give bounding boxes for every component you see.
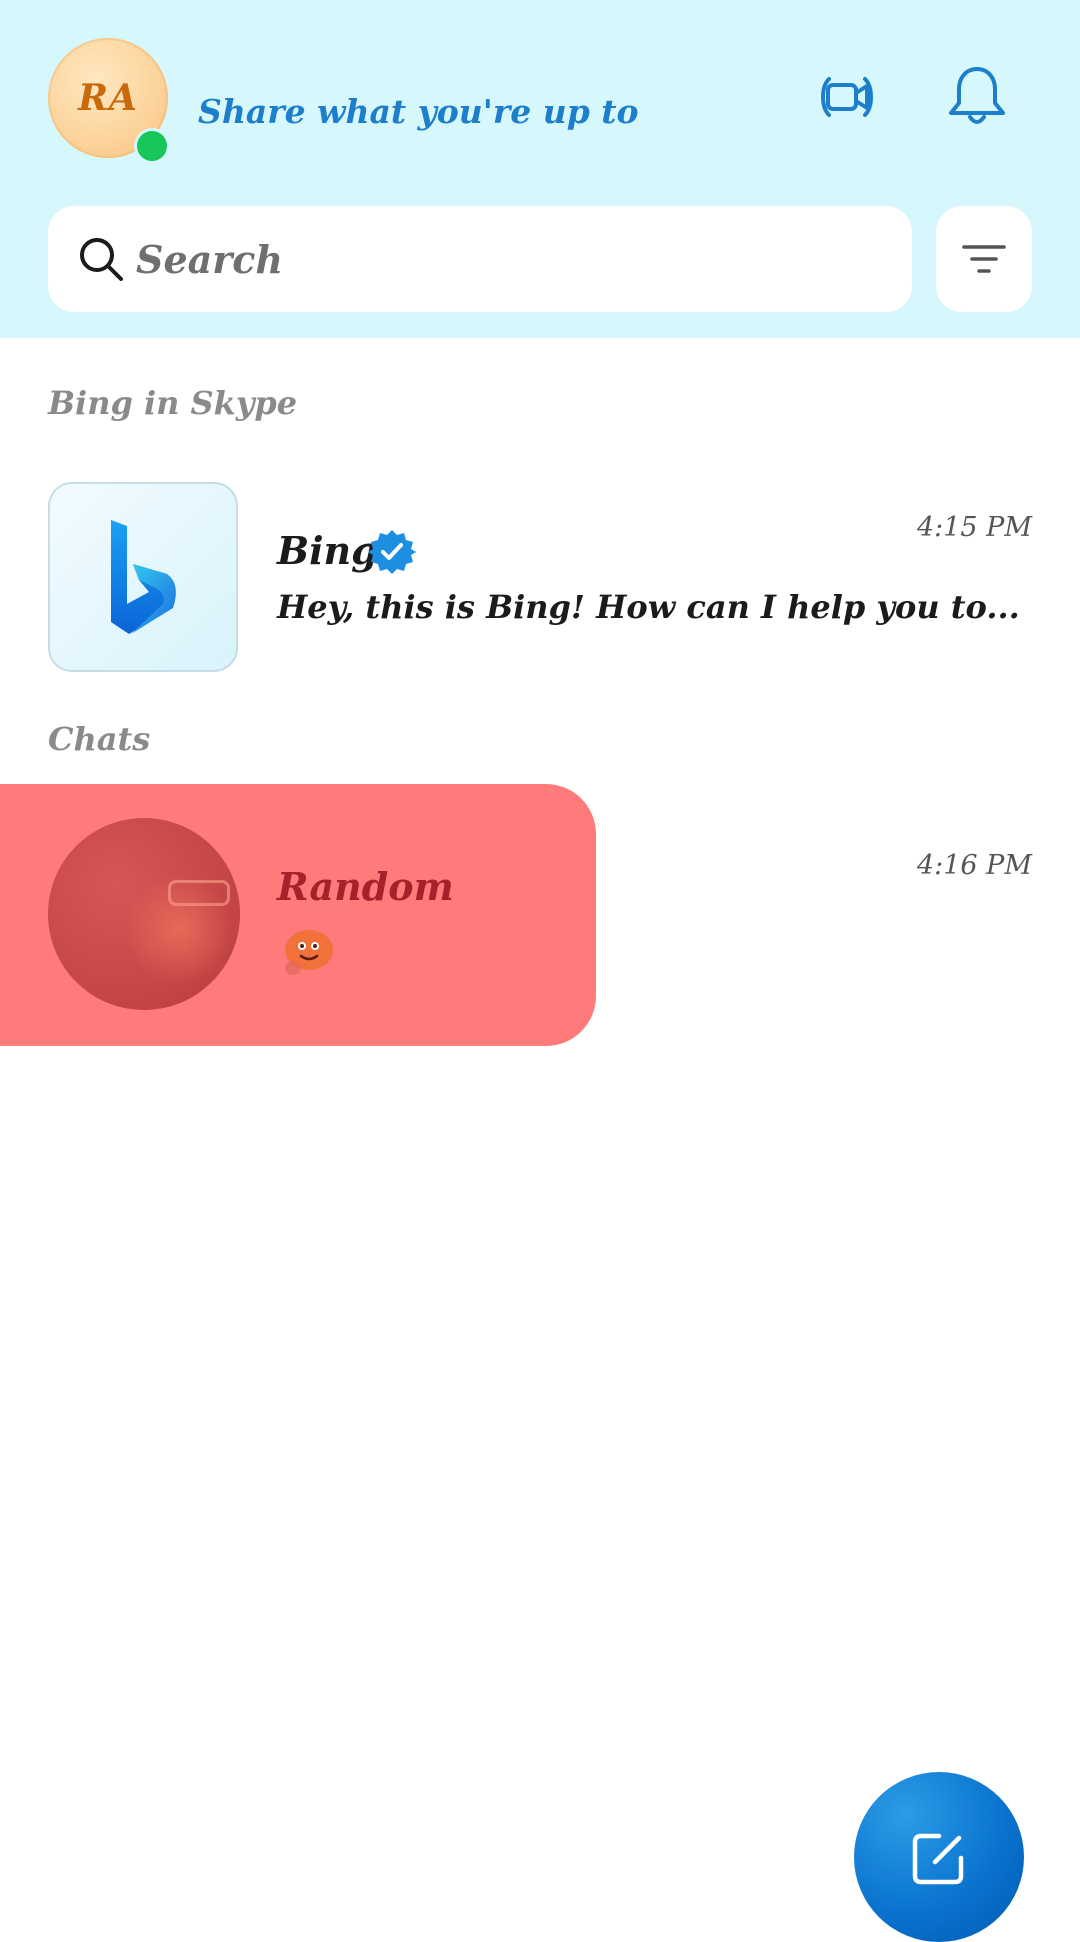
new-chat-button[interactable]	[854, 1772, 1024, 1942]
meet-now-button[interactable]	[810, 60, 884, 134]
chat-time: 4:15 PM	[916, 512, 1032, 543]
filter-icon	[962, 245, 1006, 273]
bing-logo-icon	[111, 520, 176, 634]
chat-name: Bing	[277, 528, 378, 573]
avatar-initials: RA	[78, 77, 138, 119]
bing-logo-avatar	[48, 482, 238, 672]
chat-row-random[interactable]: Random 4:16 PM	[0, 784, 1080, 1046]
bell-icon	[949, 67, 1005, 124]
header: RA Share what you're up to	[0, 0, 1080, 338]
new-chat-icon	[912, 1833, 964, 1885]
emoji-sticker-icon	[285, 930, 333, 975]
share-status-prompt[interactable]: Share what you're up to	[198, 92, 639, 131]
video-call-icon	[820, 77, 874, 117]
online-status-indicator	[134, 128, 170, 164]
filter-button[interactable]	[936, 206, 1032, 312]
search-bar[interactable]	[48, 206, 912, 312]
search-input[interactable]	[134, 218, 878, 300]
section-label-bing: Bing in Skype	[48, 384, 298, 422]
section-label-chats: Chats	[48, 720, 151, 758]
notifications-button[interactable]	[940, 60, 1014, 134]
chat-preview: Hey, this is Bing! How can I help you to…	[277, 588, 1020, 626]
verified-badge-icon	[368, 530, 416, 574]
chat-time: 4:16 PM	[916, 850, 1032, 881]
contact-avatar	[48, 818, 240, 1010]
search-icon	[76, 234, 126, 284]
chat-row-bing[interactable]: Bing Hey, this is Bing! How can I help y…	[0, 480, 1080, 676]
chat-name: Random	[277, 864, 454, 909]
